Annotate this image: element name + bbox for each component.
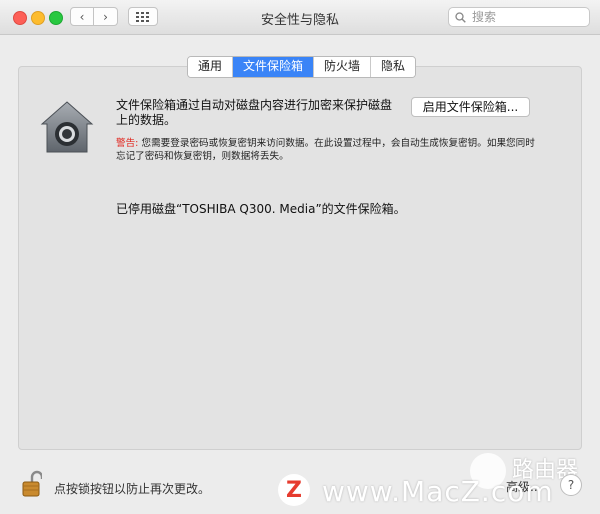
watermark-logo: Z — [278, 474, 310, 506]
search-input[interactable] — [470, 9, 584, 25]
search-icon — [455, 11, 466, 23]
security-privacy-window: ‹ › 安全性与隐私 通用 文件保险箱 防火墙 — [0, 0, 600, 514]
tab-firewall[interactable]: 防火墙 — [314, 57, 372, 77]
tab-general[interactable]: 通用 — [188, 57, 234, 77]
warning-text: 警告: 您需要登录密码或恢复密钥来访问数据。在此设置过程中，会自动生成恢复密钥。… — [116, 137, 536, 163]
padlock-open-icon[interactable] — [22, 470, 42, 498]
tab-filevault[interactable]: 文件保险箱 — [233, 57, 315, 77]
enable-filevault-button[interactable]: 启用文件保险箱... — [411, 97, 530, 117]
filevault-status: 已停用磁盘“TOSHIBA Q300. Media”的文件保险箱。 — [116, 202, 406, 216]
lock-hint-text: 点按锁按钮以防止再次更改。 — [54, 482, 211, 496]
filevault-house-icon — [40, 101, 94, 153]
search-field[interactable] — [448, 7, 590, 27]
filevault-description: 文件保险箱通过自动对磁盘内容进行加密来保护磁盘上的数据。 — [116, 98, 393, 127]
warning-label: 警告: — [116, 138, 139, 149]
tab-privacy[interactable]: 隐私 — [371, 57, 416, 77]
tab-bar: 通用 文件保险箱 防火墙 隐私 — [187, 56, 417, 78]
warning-body: 您需要登录密码或恢复密钥来访问数据。在此设置过程中，会自动生成恢复密钥。如果您同… — [116, 138, 535, 162]
help-icon[interactable]: ? — [560, 474, 582, 496]
titlebar: ‹ › 安全性与隐私 — [0, 0, 600, 35]
watermark-url: www.MacZ.com — [322, 475, 554, 508]
